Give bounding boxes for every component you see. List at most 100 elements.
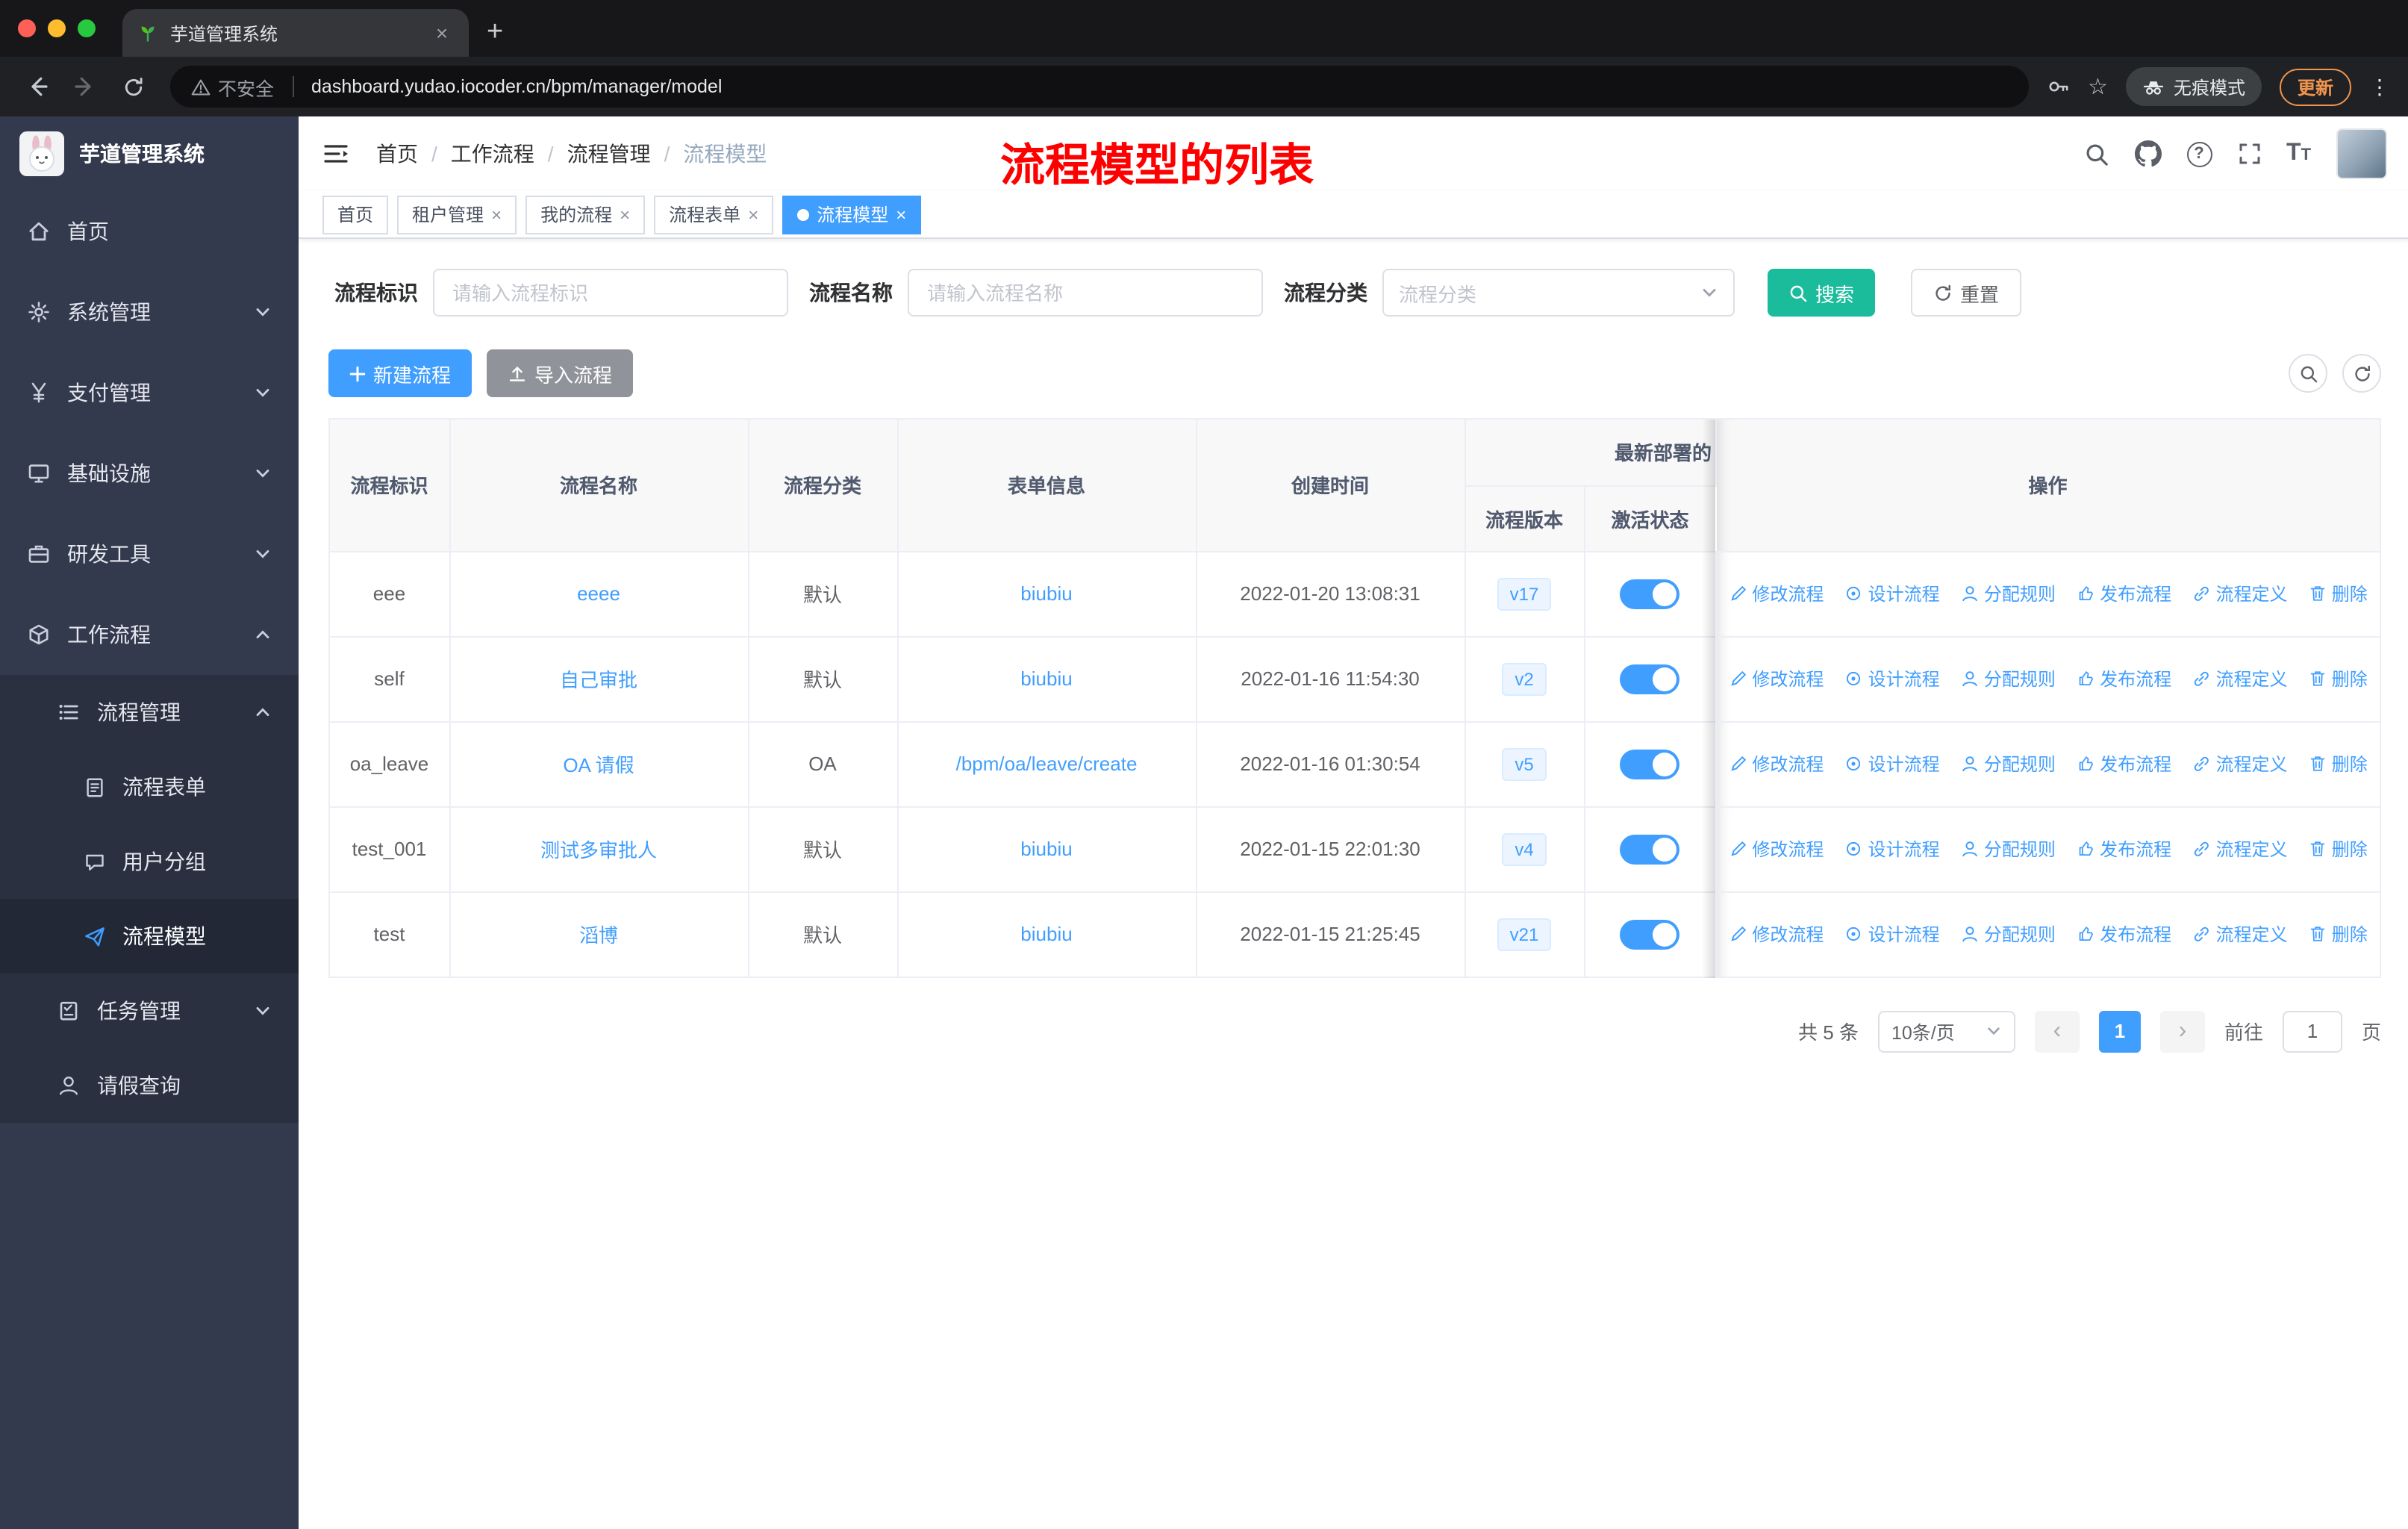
search-button[interactable]: 搜索: [1768, 269, 1876, 317]
form-info-link[interactable]: /bpm/oa/leave/create: [956, 753, 1138, 775]
process-definition-link[interactable]: 流程定义: [2192, 835, 2287, 861]
status-toggle[interactable]: [1620, 919, 1679, 949]
form-info-link[interactable]: biubiu: [1020, 667, 1072, 690]
sidebar-item-devtools[interactable]: 研发工具: [0, 514, 299, 594]
reload-button[interactable]: [113, 67, 152, 106]
deploy-model-link[interactable]: 发布流程: [2076, 665, 2171, 691]
status-toggle[interactable]: [1620, 579, 1679, 608]
sidebar-logo[interactable]: 芋道管理系统: [0, 116, 299, 191]
design-model-link[interactable]: 设计流程: [1844, 835, 1940, 861]
deploy-model-link[interactable]: 发布流程: [2076, 580, 2171, 605]
sidebar-item-task-manage[interactable]: 任务管理: [0, 974, 299, 1048]
toggle-search-button[interactable]: [2289, 354, 2328, 393]
model-name-link[interactable]: eeee: [577, 582, 620, 605]
breadcrumb-home[interactable]: 首页: [376, 139, 418, 169]
delete-model-link[interactable]: 删除: [2308, 835, 2368, 861]
tag-close-icon[interactable]: ×: [896, 204, 906, 225]
edit-model-link[interactable]: 修改流程: [1728, 580, 1824, 605]
design-model-link[interactable]: 设计流程: [1844, 750, 1940, 776]
sidebar-item-system[interactable]: 系统管理: [0, 272, 299, 352]
tag-tenant-manage[interactable]: 租户管理 ×: [397, 195, 517, 234]
delete-model-link[interactable]: 删除: [2308, 665, 2368, 691]
fullscreen-icon[interactable]: [2237, 142, 2261, 166]
sidebar-item-leave-query[interactable]: 请假查询: [0, 1048, 299, 1123]
form-info-link[interactable]: biubiu: [1020, 582, 1072, 605]
sidebar-item-home[interactable]: 首页: [0, 191, 299, 272]
address-bar[interactable]: 不安全 dashboard.yudao.iocoder.cn/bpm/manag…: [170, 66, 2029, 108]
deploy-model-link[interactable]: 发布流程: [2076, 835, 2171, 861]
status-toggle[interactable]: [1620, 664, 1679, 694]
tag-close-icon[interactable]: ×: [748, 204, 758, 225]
tag-process-model[interactable]: 流程模型 ×: [782, 195, 922, 234]
design-model-link[interactable]: 设计流程: [1844, 665, 1940, 691]
model-name-link[interactable]: 滔博: [579, 924, 618, 947]
sidebar-item-payment[interactable]: 支付管理: [0, 352, 299, 433]
process-id-input[interactable]: [433, 269, 788, 317]
github-icon[interactable]: [2134, 140, 2161, 167]
delete-model-link[interactable]: 删除: [2308, 580, 2368, 605]
model-name-link[interactable]: 测试多审批人: [540, 839, 657, 862]
assign-rule-link[interactable]: 分配规则: [1960, 921, 2056, 946]
design-model-link[interactable]: 设计流程: [1844, 580, 1940, 605]
edit-model-link[interactable]: 修改流程: [1728, 750, 1824, 776]
process-category-select[interactable]: 流程分类: [1382, 269, 1735, 317]
font-size-icon[interactable]: TT: [2286, 140, 2311, 167]
minimize-window-button[interactable]: [48, 19, 66, 37]
browser-menu-icon[interactable]: ⋮: [2369, 74, 2390, 99]
breadcrumb-workflow[interactable]: 工作流程: [451, 139, 534, 169]
delete-model-link[interactable]: 删除: [2308, 750, 2368, 776]
form-info-link[interactable]: biubiu: [1020, 838, 1072, 860]
prev-page-button[interactable]: ‹: [2034, 1010, 2080, 1052]
sidebar-item-user-group[interactable]: 用户分组: [0, 824, 299, 899]
sidebar-item-process-model[interactable]: 流程模型: [0, 899, 299, 974]
tag-my-process[interactable]: 我的流程 ×: [525, 195, 646, 234]
tag-close-icon[interactable]: ×: [491, 204, 502, 225]
deploy-model-link[interactable]: 发布流程: [2076, 750, 2171, 776]
tab-close-icon[interactable]: ×: [430, 21, 454, 45]
page-number-1[interactable]: 1: [2098, 1010, 2141, 1052]
password-key-icon[interactable]: [2046, 75, 2070, 99]
delete-model-link[interactable]: 删除: [2308, 921, 2368, 946]
process-definition-link[interactable]: 流程定义: [2192, 580, 2287, 605]
model-name-link[interactable]: OA 请假: [563, 754, 634, 776]
assign-rule-link[interactable]: 分配规则: [1960, 750, 2056, 776]
breadcrumb-process-manage[interactable]: 流程管理: [567, 139, 651, 169]
security-indicator[interactable]: 不安全: [191, 72, 274, 101]
status-toggle[interactable]: [1620, 749, 1679, 779]
design-model-link[interactable]: 设计流程: [1844, 921, 1940, 946]
status-toggle[interactable]: [1620, 834, 1679, 864]
next-page-button[interactable]: ›: [2159, 1010, 2205, 1052]
process-name-input[interactable]: [908, 269, 1263, 317]
assign-rule-link[interactable]: 分配规则: [1960, 835, 2056, 861]
import-process-button[interactable]: 导入流程: [487, 349, 634, 397]
new-tab-button[interactable]: +: [487, 16, 503, 49]
goto-page-input[interactable]: [2283, 1010, 2342, 1052]
user-avatar[interactable]: [2336, 128, 2388, 179]
sidebar-item-infrastructure[interactable]: 基础设施: [0, 433, 299, 514]
process-definition-link[interactable]: 流程定义: [2192, 750, 2287, 776]
process-definition-link[interactable]: 流程定义: [2192, 921, 2287, 946]
model-name-link[interactable]: 自己审批: [560, 669, 637, 691]
assign-rule-link[interactable]: 分配规则: [1960, 580, 2056, 605]
bookmark-star-icon[interactable]: ☆: [2088, 73, 2108, 100]
page-size-select[interactable]: 10条/页: [1877, 1010, 2015, 1052]
collapse-sidebar-button[interactable]: [322, 142, 349, 166]
process-definition-link[interactable]: 流程定义: [2192, 665, 2287, 691]
deploy-model-link[interactable]: 发布流程: [2076, 921, 2171, 946]
sidebar-item-process-form[interactable]: 流程表单: [0, 750, 299, 824]
forward-button[interactable]: [66, 67, 105, 106]
refresh-table-button[interactable]: [2342, 354, 2382, 393]
tag-home[interactable]: 首页: [322, 195, 389, 234]
browser-tab[interactable]: 芋道管理系统 ×: [122, 9, 469, 57]
search-icon[interactable]: [2083, 141, 2109, 166]
sidebar-item-process-manage[interactable]: 流程管理: [0, 675, 299, 750]
assign-rule-link[interactable]: 分配规则: [1960, 665, 2056, 691]
close-window-button[interactable]: [18, 19, 36, 37]
form-info-link[interactable]: biubiu: [1020, 923, 1072, 945]
tag-process-form[interactable]: 流程表单 ×: [654, 195, 774, 234]
create-process-button[interactable]: 新建流程: [328, 349, 472, 397]
tag-close-icon[interactable]: ×: [620, 204, 630, 225]
help-icon[interactable]: ?: [2186, 141, 2212, 166]
edit-model-link[interactable]: 修改流程: [1728, 835, 1824, 861]
edit-model-link[interactable]: 修改流程: [1728, 665, 1824, 691]
